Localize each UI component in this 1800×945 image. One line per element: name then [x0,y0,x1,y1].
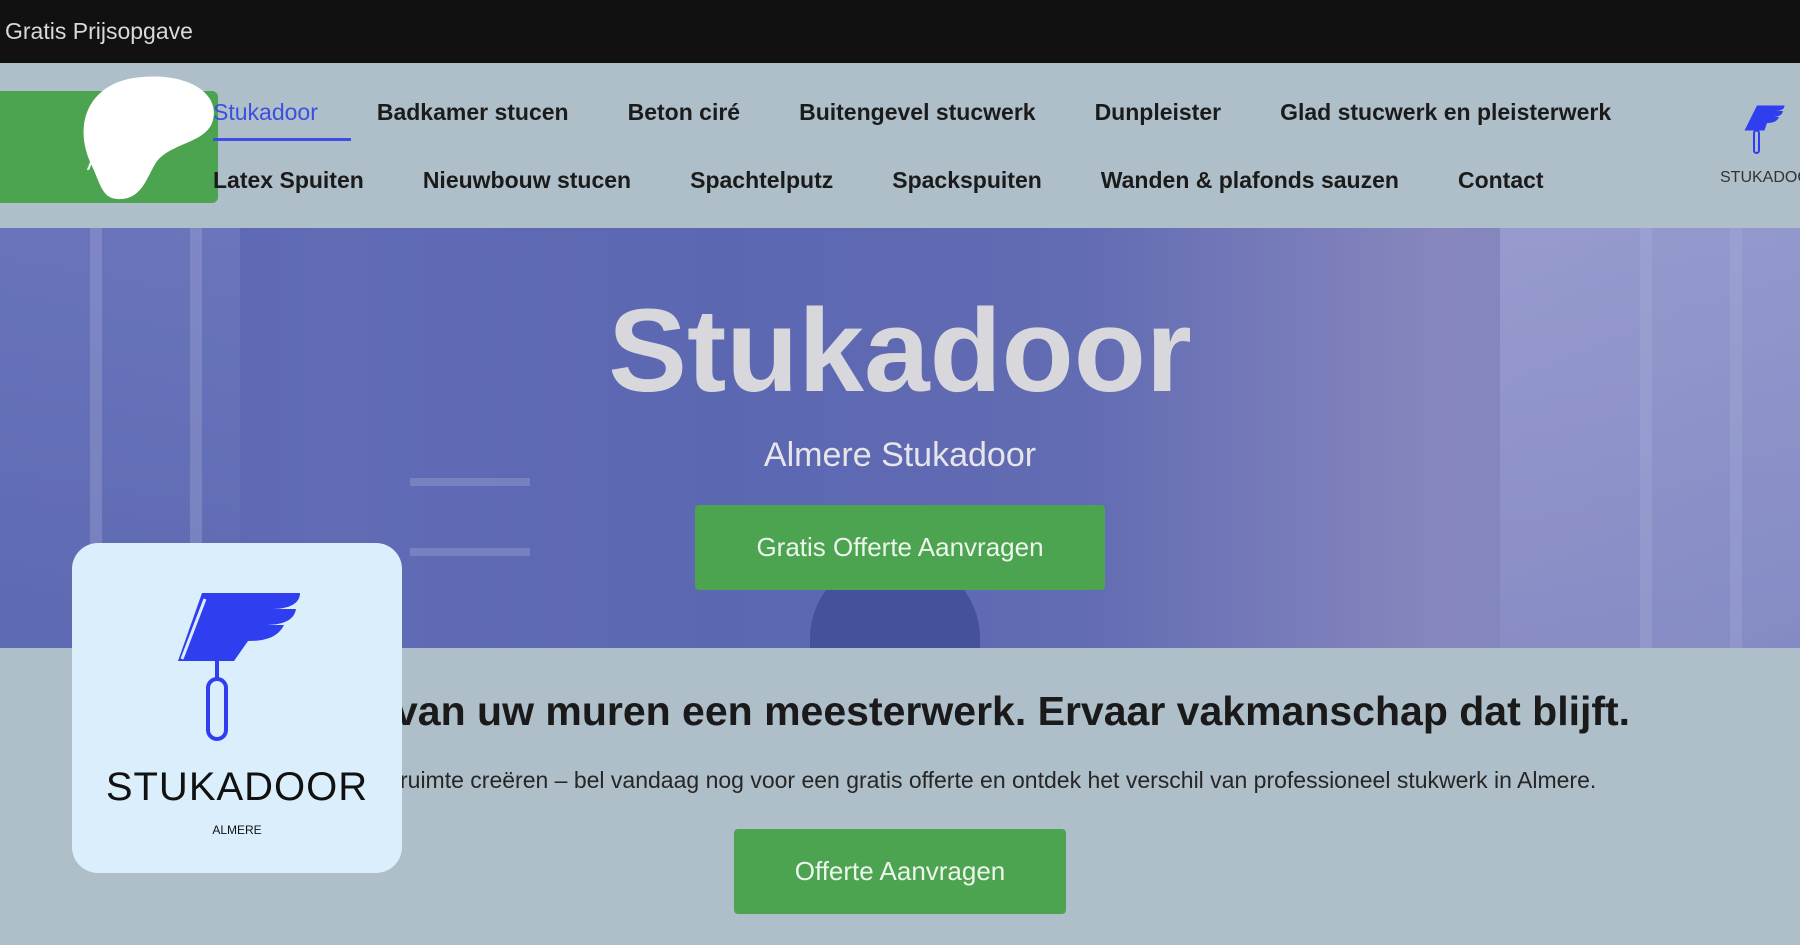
white-overlay-blob [83,76,214,200]
trowel-logo-icon [1744,105,1785,154]
trowel-logo-icon [178,593,300,741]
hero-subtitle: Almere Stukadoor [763,436,1037,474]
hero-offerte-button[interactable]: Gratis Offerte Aanvragen [695,505,1105,590]
nav-item-dunpleister[interactable]: Dunpleister [1095,99,1222,126]
top-bar: Gratis Prijsopgave [0,0,1800,63]
nav-item-stukadoor[interactable]: Stukadoor [213,99,351,141]
nav-item-spachtelputz[interactable]: Spachtelputz [690,167,833,194]
nav-item-badkamer-stucen[interactable]: Badkamer stucen [377,99,569,126]
section-heading: van uw muren een meesterwerk. Ervaar vak… [395,688,1631,734]
nav-item-contact[interactable]: Contact [1458,167,1544,194]
nav-item-nieuwbouw-stucen[interactable]: Nieuwbouw stucen [423,167,631,194]
nav-item-wanden-plafonds[interactable]: Wanden & plafonds sauzen [1101,167,1399,194]
nav-row-2: Latex Spuiten Nieuwbouw stucen Spachtelp… [213,167,1603,194]
logo-card: STUKADOOR ALMERE [72,543,402,873]
logo-wordmark: STUKADOOR [105,765,369,809]
header-logo[interactable]: STUKADOOR [1712,103,1800,213]
header-logo-text: STUKADOOR [1720,169,1800,186]
nav-item-buitengevel-stucwerk[interactable]: Buitengevel stucwerk [799,99,1035,126]
main-navigation: Of Aan Stukadoor Badkamer stucen Beton c… [0,63,1800,228]
nav-item-latex-spuiten[interactable]: Latex Spuiten [213,167,364,194]
topbar-text[interactable]: Gratis Prijsopgave [5,18,193,45]
nav-row-1: Stukadoor Badkamer stucen Beton ciré Bui… [213,99,1670,141]
nav-item-spackspuiten[interactable]: Spackspuiten [892,167,1042,194]
hero-title: Stukadoor [608,285,1192,417]
logo-subtitle: ALMERE [212,823,262,837]
nav-item-beton-cire[interactable]: Beton ciré [628,99,740,126]
offerte-aanvragen-button[interactable]: Offerte Aanvragen [734,829,1066,914]
section-description: ruimte creëren – bel vandaag nog voor ee… [400,767,1597,793]
nav-item-glad-stucwerk[interactable]: Glad stucwerk en pleisterwerk [1280,99,1611,126]
